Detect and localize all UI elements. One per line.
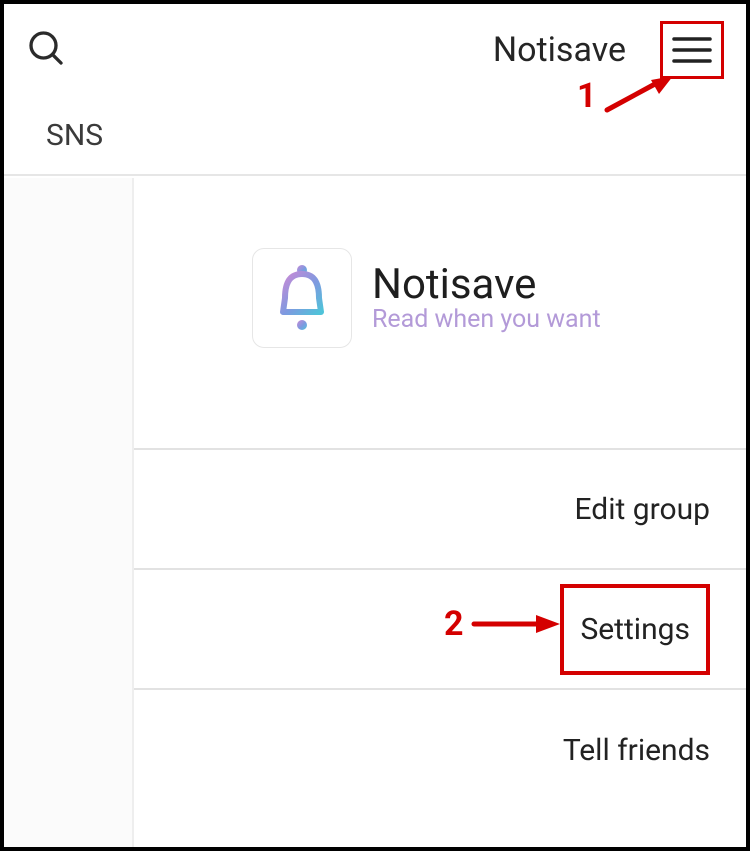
panel-branding: Notisave Read when you want <box>134 178 746 348</box>
menu-item-label: Settings <box>580 612 690 647</box>
panel-subtitle: Read when you want <box>372 307 601 333</box>
tab-bar: SNS <box>4 96 746 176</box>
tab-sns[interactable]: SNS <box>46 118 103 153</box>
search-icon[interactable] <box>26 28 66 72</box>
app-title: Notisave <box>493 30 626 70</box>
menu-item-edit-group[interactable]: Edit group <box>134 450 746 570</box>
panel-title: Notisave <box>372 263 601 307</box>
menu-item-tell-friends[interactable]: Tell friends <box>134 690 746 810</box>
menu-item-label: Edit group <box>575 492 710 527</box>
menu-item-label: Tell friends <box>563 733 710 768</box>
menu-panel: Notisave Read when you want Edit group S… <box>134 178 746 847</box>
app-header: Notisave <box>4 4 746 96</box>
menu-item-settings[interactable]: Settings <box>134 570 746 690</box>
hamburger-menu-button[interactable] <box>660 21 724 79</box>
bell-icon <box>252 248 352 348</box>
left-gutter <box>4 178 134 847</box>
menu-list: Edit group Settings Tell friends <box>134 448 746 810</box>
